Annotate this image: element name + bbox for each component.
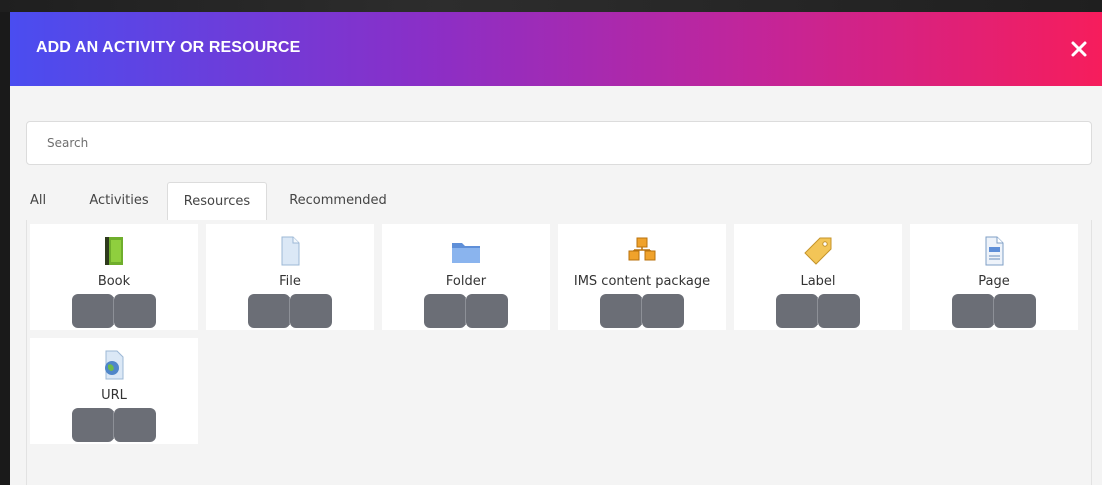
tile-action-button[interactable] [818, 294, 860, 328]
ims-package-icon [628, 237, 656, 261]
tile-action-button[interactable] [72, 408, 114, 442]
label-icon [804, 237, 832, 265]
url-icon [105, 350, 124, 380]
tab-resources[interactable]: Resources [167, 182, 267, 221]
page-backdrop-edge [0, 12, 10, 485]
resource-label: Folder [445, 274, 487, 289]
tab-activities[interactable]: Activities [82, 182, 156, 220]
tile-action-button[interactable] [776, 294, 818, 328]
page-icon [985, 236, 1004, 266]
search-input[interactable] [26, 121, 1092, 165]
resource-tile-label[interactable]: Label [734, 224, 902, 330]
tile-action-button[interactable] [466, 294, 508, 328]
activity-chooser-modal: ADD AN ACTIVITY OR RESOURCE All Activiti… [10, 12, 1102, 485]
modal-header: ADD AN ACTIVITY OR RESOURCE [10, 12, 1102, 86]
resource-label: Book [97, 274, 131, 289]
resource-label: Page [978, 274, 1010, 289]
tile-action-button[interactable] [600, 294, 642, 328]
tab-all[interactable]: All [27, 182, 49, 220]
resource-label: File [279, 274, 301, 289]
resource-label: IMS content package [573, 274, 711, 289]
modal-title: ADD AN ACTIVITY OR RESOURCE [36, 39, 301, 56]
resource-tile-page[interactable]: Page [910, 224, 1078, 330]
resource-label: Label [800, 274, 836, 289]
tile-action-button[interactable] [290, 294, 332, 328]
tab-recommended[interactable]: Recommended [284, 182, 392, 220]
file-icon [281, 236, 300, 266]
book-icon [105, 237, 123, 265]
close-icon [1071, 41, 1087, 57]
tile-action-button[interactable] [952, 294, 994, 328]
tile-action-button[interactable] [994, 294, 1036, 328]
tile-action-button[interactable] [114, 294, 156, 328]
page-backdrop [0, 0, 1102, 12]
resources-panel: Book File Folder IMS content package Lab… [26, 220, 1092, 485]
resource-tile-book[interactable]: Book [30, 224, 198, 330]
resource-label: URL [101, 388, 127, 403]
resource-tile-ims-content-package[interactable]: IMS content package [558, 224, 726, 330]
modal-body: All Activities Resources Recommended Boo… [10, 86, 1102, 485]
folder-icon [452, 243, 480, 263]
resource-tile-file[interactable]: File [206, 224, 374, 330]
tile-action-button[interactable] [72, 294, 114, 328]
tile-action-button[interactable] [248, 294, 290, 328]
close-button[interactable] [1068, 38, 1090, 60]
tile-action-button[interactable] [114, 408, 156, 442]
resource-tile-folder[interactable]: Folder [382, 224, 550, 330]
tile-action-button[interactable] [642, 294, 684, 328]
category-tabs: All Activities Resources Recommended [26, 182, 1092, 221]
resource-tile-url[interactable]: URL [30, 338, 198, 444]
tile-action-button[interactable] [424, 294, 466, 328]
